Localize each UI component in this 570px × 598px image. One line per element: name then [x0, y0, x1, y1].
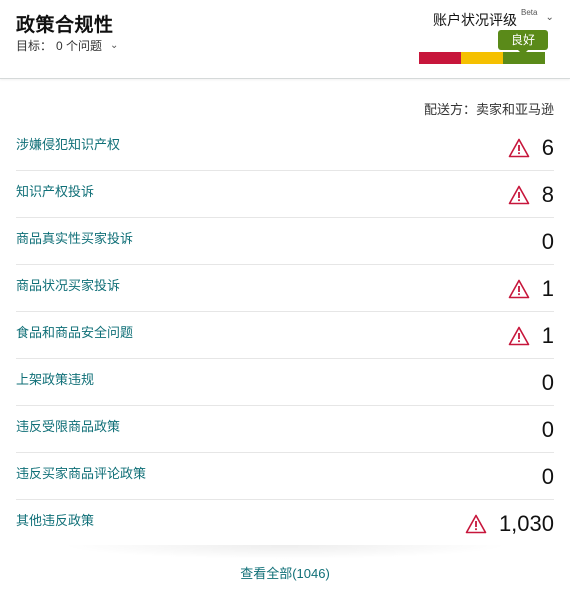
warning-triangle-icon — [508, 326, 530, 346]
warning-triangle-icon — [508, 138, 530, 158]
policy-list: 涉嫌侵犯知识产权 6 知识产权投诉 8 商品真实性买家投诉 0 商品状况买家投诉 1 食品和商品… — [0, 124, 570, 546]
chevron-down-icon: ⌄ — [545, 12, 554, 23]
policy-row: 商品状况买家投诉 1 — [16, 265, 554, 312]
policy-row-value: 0 — [542, 463, 554, 491]
policy-row: 违反受限商品政策 0 — [16, 406, 554, 453]
policy-row-count[interactable]: 0 — [542, 463, 554, 491]
policy-row: 商品真实性买家投诉 0 — [16, 218, 554, 265]
policy-row-label[interactable]: 商品真实性买家投诉 — [16, 228, 133, 247]
goal-value: 0 个问题 — [56, 39, 103, 53]
health-rating-bar — [419, 52, 545, 64]
policy-row-value: 8 — [508, 181, 554, 209]
warning-triangle-icon — [465, 514, 487, 534]
health-bar-yellow-segment — [461, 52, 503, 64]
goal-label: 目标： — [16, 39, 53, 53]
health-bar-green-segment — [503, 52, 545, 64]
policy-row-count[interactable]: 0 — [542, 228, 554, 256]
warning-triangle-icon — [508, 185, 530, 205]
policy-row: 上架政策违规 0 — [16, 359, 554, 406]
goal-dropdown[interactable]: 目标： 0 个问题 ⌄ — [16, 37, 118, 54]
view-all-link[interactable]: 查看全部(1046) — [0, 563, 570, 582]
policy-row-label[interactable]: 食品和商品安全问题 — [16, 322, 133, 341]
fulfillment-channel: 配送方：卖家和亚马逊 — [423, 102, 554, 117]
warning-triangle-icon — [508, 279, 530, 299]
policy-row-count[interactable]: 0 — [542, 416, 554, 444]
policy-row-value: 0 — [542, 416, 554, 444]
health-bar-red-segment — [419, 52, 461, 64]
policy-row: 食品和商品安全问题 1 — [16, 312, 554, 359]
policy-row-value: 1 — [508, 322, 554, 350]
policy-row-value: 1 — [508, 275, 554, 303]
policy-row: 知识产权投诉 8 — [16, 171, 554, 218]
account-health-label: 账户状况评级 — [433, 12, 517, 28]
policy-row-count[interactable]: 6 — [542, 134, 554, 162]
policy-row-label[interactable]: 上架政策违规 — [16, 369, 94, 388]
health-status-badge: 良好 — [498, 30, 548, 55]
footer-divider-shadow — [60, 545, 510, 559]
policy-row-label[interactable]: 商品状况买家投诉 — [16, 275, 120, 294]
policy-row-count[interactable]: 1,030 — [499, 510, 554, 538]
header-panel: 政策合规性 目标： 0 个问题 ⌄ 账户状况评级 Beta ⌄ 良好 — [0, 0, 570, 79]
policy-row-value: 0 — [542, 369, 554, 397]
chevron-down-icon: ⌄ — [110, 40, 119, 51]
policy-row-value: 6 — [508, 134, 554, 162]
policy-row-label[interactable]: 违反受限商品政策 — [16, 416, 120, 435]
policy-row-count[interactable]: 1 — [542, 275, 554, 303]
policy-row-label[interactable]: 其他违反政策 — [16, 510, 94, 529]
policy-row-label[interactable]: 违反买家商品评论政策 — [16, 463, 146, 482]
policy-row-value: 1,030 — [465, 510, 554, 538]
beta-badge: Beta — [521, 8, 538, 17]
policy-row: 违反买家商品评论政策 0 — [16, 453, 554, 500]
policy-row-count[interactable]: 1 — [542, 322, 554, 350]
policy-row-count[interactable]: 0 — [542, 369, 554, 397]
policy-row: 其他违反政策 1,030 — [16, 500, 554, 546]
policy-row: 涉嫌侵犯知识产权 6 — [16, 124, 554, 171]
policy-row-label[interactable]: 知识产权投诉 — [16, 181, 94, 200]
account-health-dropdown[interactable]: 账户状况评级 Beta ⌄ — [433, 8, 554, 30]
page-title: 政策合规性 — [16, 15, 114, 36]
policy-row-value: 0 — [542, 228, 554, 256]
policy-row-count[interactable]: 8 — [542, 181, 554, 209]
policy-row-label[interactable]: 涉嫌侵犯知识产权 — [16, 134, 120, 153]
